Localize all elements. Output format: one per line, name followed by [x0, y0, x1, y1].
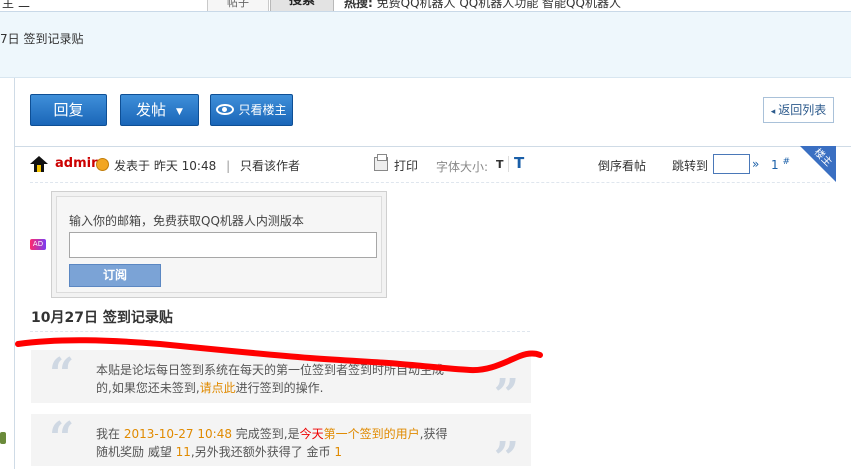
header-fragment: 二 [18, 0, 31, 10]
sign-in-datetime: 2013-10-27 10:48 [123, 427, 232, 441]
ad-badge: AD [30, 239, 46, 250]
open-quote-icon: “ [49, 349, 75, 400]
only-author-link[interactable]: 只看该作者 [240, 159, 300, 173]
divider [15, 146, 851, 147]
header-fragment: 主 [2, 0, 15, 10]
breadcrumb[interactable]: 7日 签到记录贴 [0, 30, 83, 47]
separator: | [226, 159, 231, 173]
author-name[interactable]: admin [55, 156, 100, 171]
email-field[interactable] [69, 232, 377, 258]
floor-mark: # [782, 157, 791, 167]
hot-search-links[interactable]: 免费QQ机器人 QQ机器人功能 智能QQ机器人 [377, 0, 621, 10]
back-to-list-button[interactable]: ◂ 返回列表 [763, 97, 834, 123]
post-header: admin 发表于 昨天 10:48 | 只看该作者 打印 字体大小: T T … [30, 154, 840, 176]
email-subscribe-box: 输入你的邮箱，免费获取QQ机器人内测版本 订阅 [51, 191, 387, 298]
hot-search: 热搜: 免费QQ机器人 QQ机器人功能 智能QQ机器人 [344, 0, 621, 11]
posted-label: 发表于 [114, 159, 151, 173]
thread-title: 10月27日 签到记录贴 [31, 310, 173, 326]
close-quote-icon: ” [493, 433, 519, 469]
jump-to-label: 跳转到 [672, 159, 709, 173]
floor-number-value: 1 [771, 158, 779, 172]
top-search-bar: 主 二 帖子 搜索 热搜: 免费QQ机器人 QQ机器人功能 智能QQ机器人 [0, 0, 851, 12]
today-highlight: 今天 [299, 427, 324, 441]
author-only-button-label: 只看楼主 [238, 103, 287, 117]
arrow-left-icon: ◂ [770, 107, 776, 117]
quote-text: 我在 2013-10-27 10:48 完成签到,是今天第一个签到的用户,获得随… [96, 425, 456, 461]
first-user-highlight: 第一个签到的用户 [323, 427, 420, 441]
coins-value: 1 [334, 445, 343, 459]
subscribe-prompt: 输入你的邮箱，免费获取QQ机器人内测版本 [69, 214, 304, 228]
posted-time: 昨天 10:48 [153, 159, 217, 173]
page-left-border [14, 78, 15, 469]
quote2-mid1: 完成签到,是 [231, 427, 300, 441]
open-quote-icon: “ [49, 413, 75, 464]
print-link[interactable]: 打印 [394, 157, 418, 174]
quote2-prefix: 我在 [96, 427, 124, 441]
search-button[interactable]: 搜索 [270, 0, 334, 11]
reply-button[interactable]: 回复 [30, 94, 107, 126]
subscribe-inner: 输入你的邮箱，免费获取QQ机器人内测版本 订阅 [56, 196, 382, 293]
font-small-button[interactable]: T [496, 158, 504, 171]
caret-down-icon: ▼ [176, 107, 183, 117]
author-only-button[interactable]: 只看楼主 [210, 94, 293, 126]
breadcrumb-band: 7日 签到记录贴 [0, 12, 851, 78]
new-post-button[interactable]: 发帖 ▼ [120, 94, 199, 126]
post-meta: 发表于 昨天 10:48 | 只看该作者 [114, 157, 300, 174]
hot-search-label: 热搜: [344, 0, 373, 10]
op-corner-badge: 楼主 [800, 146, 836, 182]
search-type-select[interactable]: 帖子 [207, 0, 269, 11]
quote-block: “ 我在 2013-10-27 10:48 完成签到,是今天第一个签到的用户,获… [31, 413, 531, 469]
separator [508, 156, 509, 172]
new-post-button-label: 发帖 [136, 101, 167, 119]
quote-block: “ 本贴是论坛每日签到系统在每天的第一位签到者签到时所自动生成的,如果您还未签到… [31, 349, 531, 421]
quote-text: 本贴是论坛每日签到系统在每天的第一位签到者签到时所自动生成的,如果您还未签到,请… [96, 361, 456, 397]
jump-floor-input[interactable] [713, 154, 750, 174]
printer-icon[interactable] [374, 154, 388, 171]
sign-in-link[interactable]: 请点此 [200, 381, 236, 395]
quote2-mid3: ,另外我还额外获得了 金币 [190, 445, 335, 459]
online-status-icon [30, 156, 48, 172]
reply-button-label: 回复 [53, 101, 84, 119]
quote-text-b: 进行签到的操作. [235, 381, 324, 395]
font-large-button[interactable]: T [514, 154, 524, 172]
side-tool-icon[interactable] [0, 432, 6, 444]
jump-go-button[interactable]: » [752, 157, 759, 171]
font-size-label: 字体大小: [436, 160, 489, 174]
floor-number[interactable]: 1 # [771, 157, 790, 172]
divider [30, 182, 830, 183]
divider [30, 331, 530, 332]
subscribe-button[interactable]: 订阅 [69, 264, 161, 287]
eye-icon [216, 104, 235, 115]
user-medal-icon [96, 158, 109, 171]
back-to-list-label: 返回列表 [778, 103, 827, 117]
reverse-order-link[interactable]: 倒序看帖 [598, 157, 646, 174]
prestige-value: 11 [175, 445, 191, 459]
